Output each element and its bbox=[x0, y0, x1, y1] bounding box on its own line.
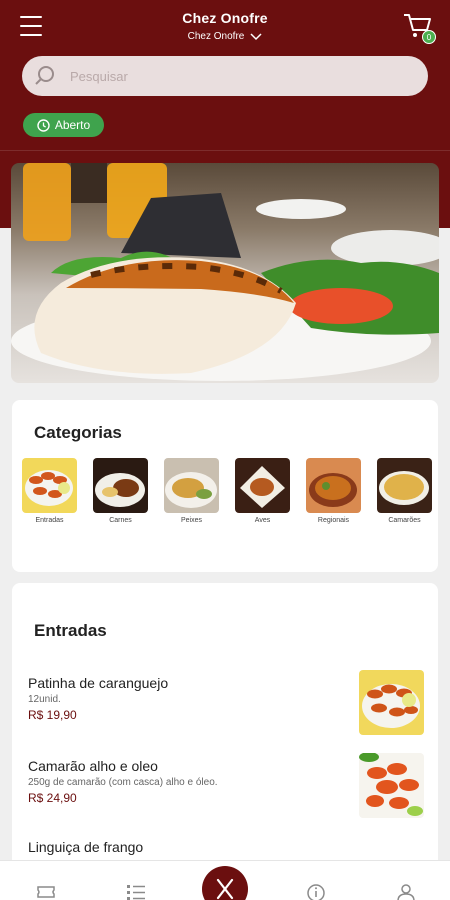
cart-button[interactable]: 0 bbox=[402, 12, 436, 44]
category-label: Carnes bbox=[109, 517, 132, 524]
category-label: Peixes bbox=[180, 517, 202, 524]
ticket-icon[interactable] bbox=[36, 883, 56, 900]
header-divider bbox=[0, 150, 450, 151]
list-icon[interactable] bbox=[126, 883, 146, 900]
cart-count-badge: 0 bbox=[422, 30, 436, 44]
category-image bbox=[235, 458, 290, 513]
category-label: Entradas bbox=[35, 517, 64, 524]
menu-section-card: Entradas Patinha de caranguejo 12unid. R… bbox=[12, 583, 438, 873]
category-label: Regionais bbox=[317, 517, 350, 524]
category-aves[interactable]: Aves bbox=[235, 458, 290, 524]
category-label: Aves bbox=[254, 517, 271, 524]
hero-banner-image bbox=[11, 163, 439, 383]
search-placeholder: Pesquisar bbox=[70, 68, 128, 84]
category-entradas[interactable]: Entradas bbox=[22, 458, 77, 524]
category-image bbox=[164, 458, 219, 513]
menu-item[interactable]: Patinha de caranguejo 12unid. R$ 19,90 bbox=[28, 670, 424, 735]
category-image bbox=[93, 458, 148, 513]
info-icon[interactable] bbox=[306, 883, 326, 900]
category-label: Camarões bbox=[388, 517, 421, 524]
category-image bbox=[377, 458, 432, 513]
categories-card: Categorias Entradas Carnes Peixes Aves R… bbox=[12, 400, 438, 572]
search-input[interactable]: Pesquisar bbox=[22, 56, 428, 96]
status-label: Aberto bbox=[54, 118, 91, 132]
fork-knife-icon bbox=[216, 878, 234, 900]
app-title: Chez Onofre bbox=[182, 10, 268, 26]
hamburger-menu-icon[interactable] bbox=[20, 16, 42, 36]
search-icon bbox=[35, 66, 54, 85]
item-name: Linguiça de frango bbox=[28, 839, 144, 855]
clock-icon bbox=[37, 118, 50, 132]
category-image bbox=[22, 458, 77, 513]
title-block: Chez Onofre Chez Onofre bbox=[125, 10, 325, 44]
category-peixes[interactable]: Peixes bbox=[164, 458, 219, 524]
menu-item[interactable]: Camarão alho e oleo 250g de camarão (com… bbox=[28, 753, 424, 818]
status-badge: Aberto bbox=[23, 113, 104, 137]
section-title: Entradas bbox=[34, 621, 107, 640]
chevron-down-icon bbox=[250, 32, 262, 40]
item-image bbox=[359, 753, 424, 818]
user-icon[interactable] bbox=[396, 883, 416, 900]
categories-title: Categorias bbox=[34, 423, 122, 442]
menu-item[interactable]: Linguiça de frango bbox=[28, 839, 424, 855]
store-name: Chez Onofre bbox=[187, 31, 245, 42]
category-camaroes[interactable]: Camarões bbox=[377, 458, 432, 524]
category-carnes[interactable]: Carnes bbox=[93, 458, 148, 524]
item-image bbox=[359, 670, 424, 735]
category-regionais[interactable]: Regionais bbox=[306, 458, 361, 524]
store-selector[interactable]: Chez Onofre bbox=[188, 31, 263, 42]
categories-row: Entradas Carnes Peixes Aves Regionais Ca… bbox=[22, 458, 438, 524]
category-image bbox=[306, 458, 361, 513]
